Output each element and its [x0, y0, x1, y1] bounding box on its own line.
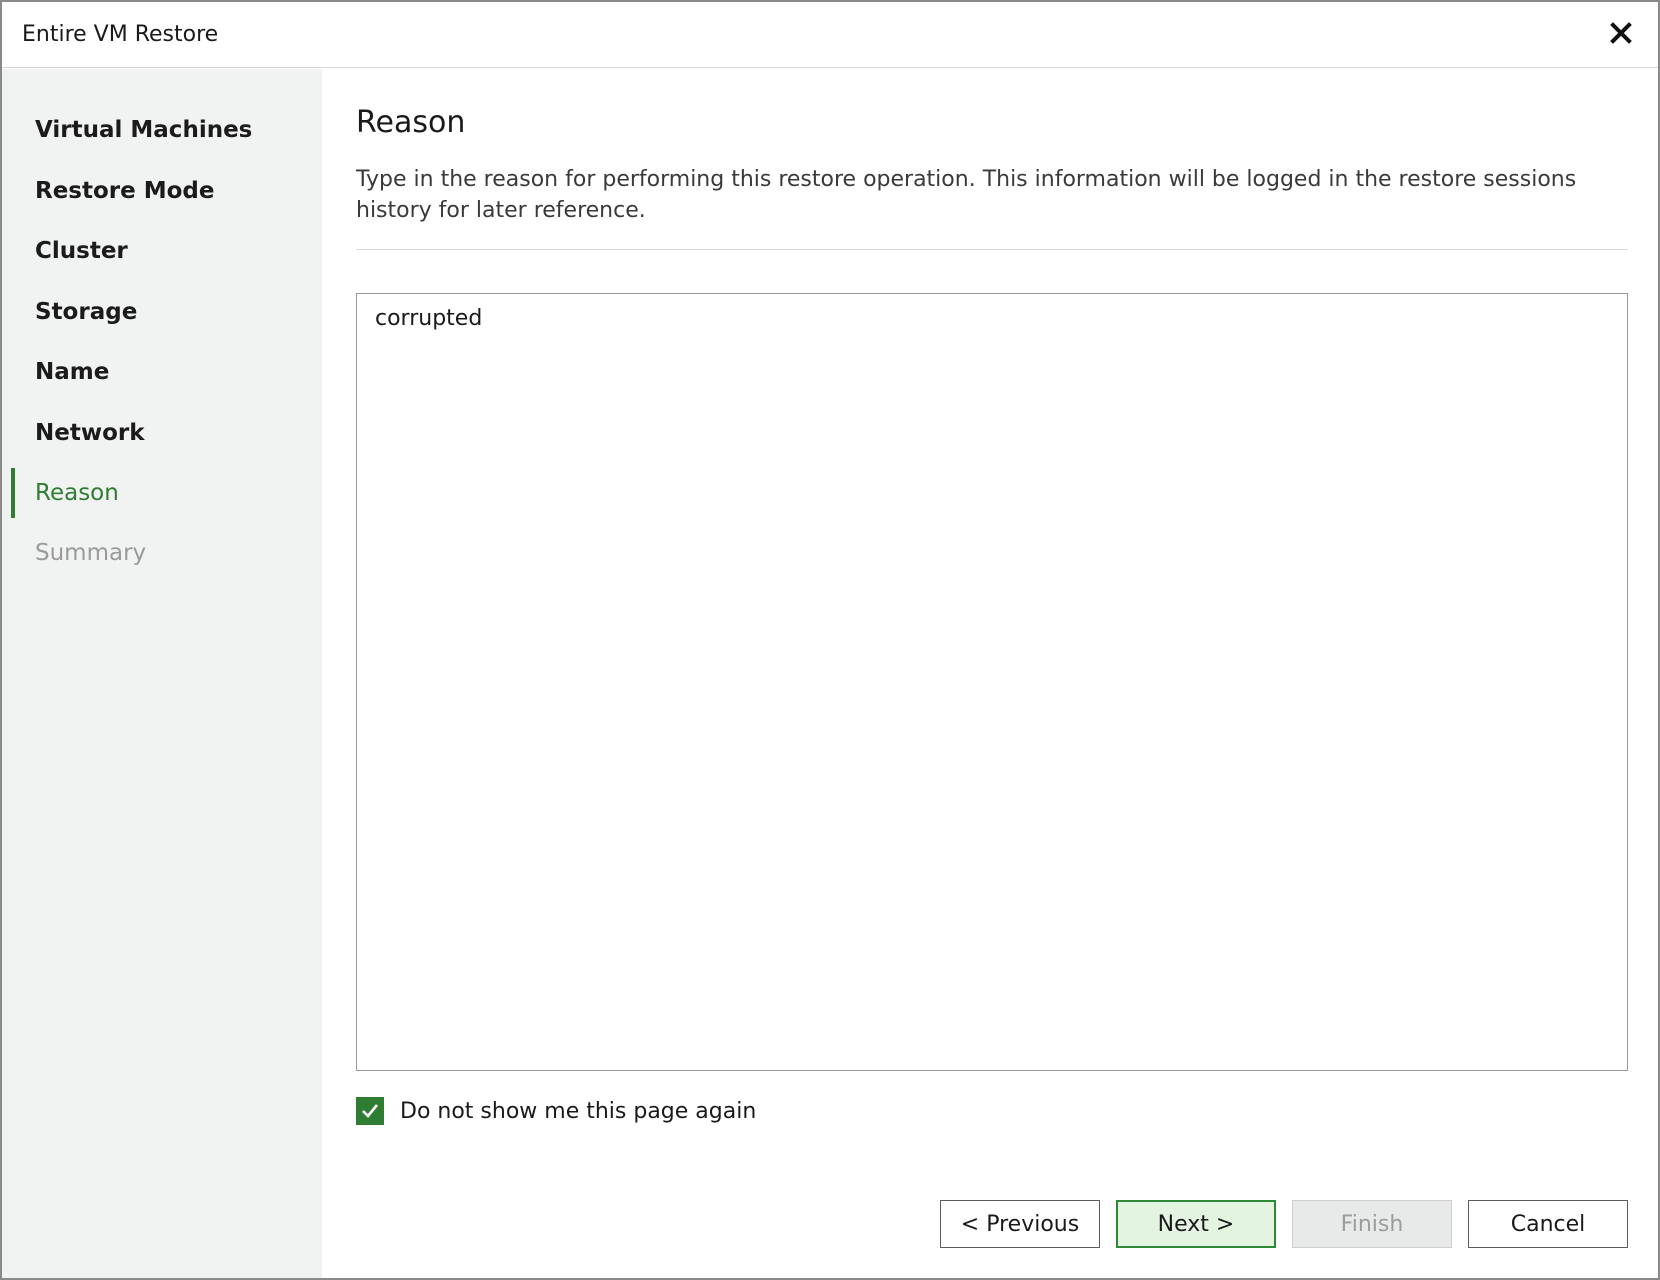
step-label: Reason [35, 480, 119, 506]
step-cluster[interactable]: Cluster [2, 226, 322, 276]
window-title: Entire VM Restore [22, 22, 219, 47]
do-not-show-checkbox-row[interactable]: Do not show me this page again [356, 1096, 756, 1126]
step-label: Restore Mode [35, 178, 215, 204]
step-label: Network [35, 420, 145, 446]
close-icon [1610, 22, 1632, 44]
checkbox-label: Do not show me this page again [400, 1098, 757, 1124]
next-button[interactable]: Next > [1116, 1200, 1276, 1248]
step-label: Virtual Machines [35, 117, 253, 143]
wizard-steps-sidebar: Virtual Machines Restore Mode Cluster St… [2, 69, 322, 1278]
active-step-indicator [11, 468, 15, 518]
step-network[interactable]: Network [2, 408, 322, 458]
restore-wizard-window: Entire VM Restore Virtual Machines Resto… [0, 0, 1660, 1280]
step-name[interactable]: Name [2, 347, 322, 397]
cancel-button[interactable]: Cancel [1468, 1200, 1628, 1248]
do-not-show-checkbox[interactable] [356, 1097, 384, 1125]
step-reason[interactable]: Reason [2, 468, 322, 518]
close-button[interactable] [1606, 18, 1636, 48]
step-label: Name [35, 359, 110, 385]
reason-textarea[interactable] [356, 293, 1628, 1071]
previous-button[interactable]: < Previous [940, 1200, 1100, 1248]
divider [356, 249, 1628, 250]
step-label: Storage [35, 299, 138, 325]
step-virtual-machines[interactable]: Virtual Machines [2, 105, 322, 155]
wizard-content: Reason Type in the reason for performing… [322, 69, 1658, 1278]
step-restore-mode[interactable]: Restore Mode [2, 166, 322, 216]
page-title: Reason [356, 105, 466, 140]
title-bar: Entire VM Restore [2, 2, 1658, 68]
finish-button: Finish [1292, 1200, 1452, 1248]
page-description: Type in the reason for performing this r… [356, 167, 1577, 223]
step-label: Summary [35, 540, 147, 566]
step-label: Cluster [35, 238, 128, 264]
step-storage[interactable]: Storage [2, 287, 322, 337]
step-summary: Summary [2, 528, 322, 578]
checkmark-icon [362, 1104, 379, 1118]
